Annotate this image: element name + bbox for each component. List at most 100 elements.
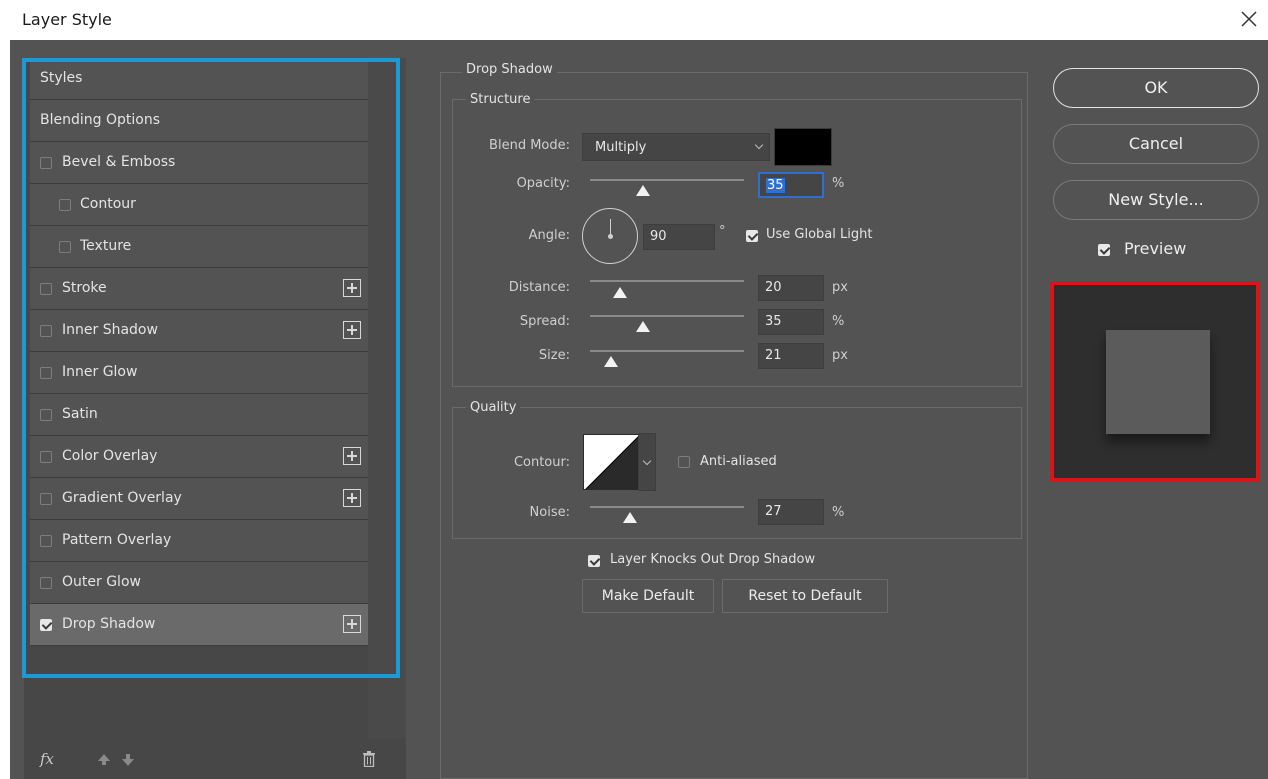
size-label: Size: — [538, 348, 570, 363]
style-item-texture[interactable]: Texture — [30, 226, 368, 268]
spread-slider-track[interactable] — [590, 315, 744, 317]
opacity-input[interactable]: 35 — [758, 172, 824, 198]
blend-mode-select[interactable]: Multiply — [582, 133, 770, 161]
drop-shadow-title: Drop Shadow — [462, 62, 557, 77]
style-item-styles[interactable]: Styles — [30, 58, 368, 100]
stroke-checkbox[interactable] — [40, 283, 52, 295]
quality-title: Quality — [466, 400, 521, 415]
layer-knocks-out-checkbox[interactable] — [588, 555, 600, 567]
list-scrollbar[interactable] — [368, 58, 406, 738]
close-icon[interactable] — [1236, 6, 1262, 32]
size-slider-thumb[interactable] — [604, 356, 618, 367]
fx-menu-button[interactable]: fx — [40, 750, 54, 774]
style-item-label: Color Overlay — [62, 448, 158, 464]
blend-mode-value: Multiply — [595, 140, 647, 155]
style-item-color-overlay[interactable]: Color Overlay — [30, 436, 368, 478]
style-item-satin[interactable]: Satin — [30, 394, 368, 436]
texture-checkbox[interactable] — [59, 241, 71, 253]
preview-label: Preview — [1124, 239, 1187, 258]
satin-checkbox[interactable] — [40, 409, 52, 421]
reset-to-default-button[interactable]: Reset to Default — [722, 579, 888, 613]
opacity-slider-thumb[interactable] — [636, 185, 650, 196]
anti-aliased-checkbox[interactable] — [678, 456, 690, 468]
style-item-label: Blending Options — [40, 112, 160, 128]
style-item-gradient-overlay[interactable]: Gradient Overlay — [30, 478, 368, 520]
add-gradient-overlay-icon[interactable] — [343, 489, 361, 507]
style-item-label: Satin — [62, 406, 98, 422]
pattern-overlay-checkbox[interactable] — [40, 535, 52, 547]
style-item-stroke[interactable]: Stroke — [30, 268, 368, 310]
style-preview-thumbnail — [1050, 281, 1260, 482]
inner-glow-checkbox[interactable] — [40, 367, 52, 379]
size-unit: px — [832, 348, 848, 363]
add-drop-shadow-icon[interactable] — [343, 615, 361, 633]
preview-checkbox[interactable] — [1098, 244, 1110, 256]
gradient-overlay-checkbox[interactable] — [40, 493, 52, 505]
outer-glow-checkbox[interactable] — [40, 577, 52, 589]
noise-unit: % — [832, 505, 845, 520]
style-item-label: Outer Glow — [62, 574, 141, 590]
move-down-icon[interactable] — [122, 754, 134, 766]
angle-input[interactable]: 90 — [643, 224, 715, 250]
anti-aliased-label: Anti-aliased — [700, 454, 777, 469]
noise-input[interactable]: 27 — [758, 499, 824, 525]
opacity-slider-track[interactable] — [590, 179, 744, 181]
style-item-bevel-emboss[interactable]: Bevel & Emboss — [30, 142, 368, 184]
drop-shadow-settings-panel: Drop Shadow Structure Blend Mode: Multip… — [426, 58, 1028, 779]
use-global-light-checkbox[interactable] — [746, 230, 758, 242]
trash-icon[interactable] — [362, 751, 376, 767]
bevel-emboss-checkbox[interactable] — [40, 157, 52, 169]
title-bar: Layer Style — [0, 0, 1268, 40]
opacity-value: 35 — [766, 178, 785, 193]
distance-slider-track[interactable] — [590, 280, 744, 282]
style-item-label: Texture — [80, 238, 132, 254]
new-style-button[interactable]: New Style... — [1053, 180, 1259, 220]
style-item-label: Stroke — [62, 280, 107, 296]
style-item-drop-shadow[interactable]: Drop Shadow — [30, 604, 368, 646]
noise-label: Noise: — [529, 505, 570, 520]
angle-dial[interactable] — [582, 208, 638, 264]
add-inner-shadow-icon[interactable] — [343, 321, 361, 339]
angle-dial-center — [608, 234, 613, 239]
opacity-label: Opacity: — [516, 176, 570, 191]
make-default-button[interactable]: Make Default — [582, 579, 714, 613]
structure-title: Structure — [466, 92, 535, 107]
move-up-icon[interactable] — [98, 754, 110, 765]
spread-slider-thumb[interactable] — [636, 321, 650, 332]
distance-label: Distance: — [508, 280, 570, 295]
style-item-outer-glow[interactable]: Outer Glow — [30, 562, 368, 604]
add-stroke-icon[interactable] — [343, 279, 361, 297]
add-color-overlay-icon[interactable] — [343, 447, 361, 465]
distance-input[interactable]: 20 — [758, 275, 824, 301]
style-item-inner-shadow[interactable]: Inner Shadow — [30, 310, 368, 352]
inner-shadow-checkbox[interactable] — [40, 325, 52, 337]
distance-slider-thumb[interactable] — [613, 287, 627, 298]
contour-checkbox[interactable] — [59, 199, 71, 211]
cancel-button[interactable]: Cancel — [1053, 124, 1259, 164]
size-input[interactable]: 21 — [758, 343, 824, 369]
noise-value: 27 — [765, 504, 782, 519]
style-item-pattern-overlay[interactable]: Pattern Overlay — [30, 520, 368, 562]
noise-slider-thumb[interactable] — [623, 512, 637, 523]
noise-slider-track[interactable] — [590, 506, 744, 508]
contour-preview[interactable] — [583, 434, 639, 490]
contour-dropdown[interactable] — [638, 433, 656, 491]
shadow-color-swatch[interactable] — [774, 128, 832, 166]
angle-value: 90 — [650, 229, 667, 244]
style-item-inner-glow[interactable]: Inner Glow — [30, 352, 368, 394]
spread-input[interactable]: 35 — [758, 309, 824, 335]
color-overlay-checkbox[interactable] — [40, 451, 52, 463]
style-item-label: Gradient Overlay — [62, 490, 182, 506]
style-item-blending-options[interactable]: Blending Options — [30, 100, 368, 142]
preview-square — [1106, 330, 1210, 434]
style-item-contour[interactable]: Contour — [30, 184, 368, 226]
style-item-label: Drop Shadow — [62, 616, 156, 632]
layer-knocks-out-label: Layer Knocks Out Drop Shadow — [610, 552, 816, 567]
ok-button[interactable]: OK — [1053, 68, 1259, 108]
distance-value: 20 — [765, 280, 782, 295]
dialog-title: Layer Style — [22, 10, 112, 29]
opacity-unit: % — [832, 176, 845, 191]
drop-shadow-checkbox[interactable] — [40, 619, 52, 631]
style-item-label: Inner Shadow — [62, 322, 158, 338]
size-slider-track[interactable] — [590, 350, 744, 352]
